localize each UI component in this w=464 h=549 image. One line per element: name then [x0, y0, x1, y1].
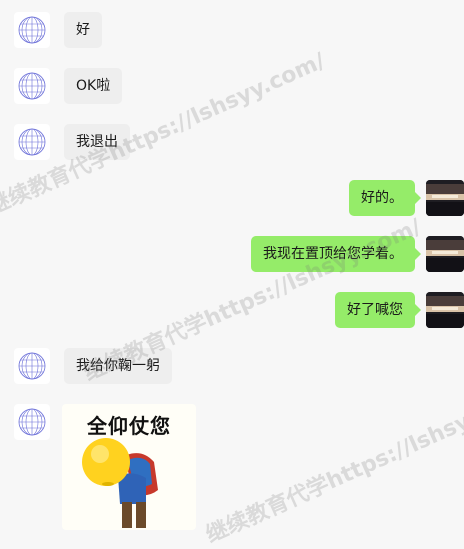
chat-message-list: 好 OK啦 我退出 好的。 我现在置顶给您学着。 好了喊您 我给你鞠一躬 全仰仗…	[0, 0, 464, 533]
globe-wireframe-icon	[18, 72, 46, 100]
message-bubble-outgoing[interactable]: 好了喊您	[335, 292, 421, 328]
sunset-photo-icon	[426, 180, 464, 216]
contact-avatar[interactable]	[14, 124, 50, 160]
contact-avatar[interactable]	[14, 68, 50, 104]
message-bubble-incoming[interactable]: OK啦	[64, 68, 123, 104]
sunset-photo-icon	[426, 236, 464, 272]
globe-wireframe-icon	[18, 352, 46, 380]
message-bubble-outgoing[interactable]: 好的。	[349, 180, 421, 216]
message-bubble-incoming[interactable]: 我退出	[64, 124, 130, 160]
message-bubble-incoming[interactable]: 好	[64, 12, 102, 48]
contact-avatar[interactable]	[14, 12, 50, 48]
my-avatar[interactable]	[426, 180, 464, 216]
globe-wireframe-icon	[18, 408, 46, 436]
globe-wireframe-icon	[18, 16, 46, 44]
contact-avatar[interactable]	[14, 404, 50, 440]
message-row-incoming: 我给你鞠一躬	[0, 348, 464, 388]
contact-avatar[interactable]	[14, 348, 50, 384]
globe-wireframe-icon	[18, 128, 46, 156]
message-row-incoming: 好	[0, 12, 464, 52]
message-row-outgoing: 好了喊您	[0, 292, 464, 332]
message-row-incoming: OK啦	[0, 68, 464, 108]
message-bubble-outgoing[interactable]: 我现在置顶给您学着。	[251, 236, 421, 272]
sunset-photo-icon	[426, 292, 464, 328]
sticker-caption: 全仰仗您	[87, 414, 171, 438]
message-row-outgoing: 我现在置顶给您学着。	[0, 236, 464, 276]
message-row-incoming: 我退出	[0, 124, 464, 164]
my-avatar[interactable]	[426, 292, 464, 328]
my-avatar[interactable]	[426, 236, 464, 272]
bowing-emoji-sticker[interactable]: 全仰仗您	[62, 404, 196, 530]
message-row-outgoing: 好的。	[0, 180, 464, 220]
message-bubble-incoming[interactable]: 我给你鞠一躬	[64, 348, 172, 384]
